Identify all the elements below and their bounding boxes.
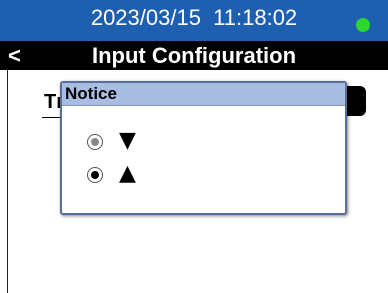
option-down[interactable]: ▼ xyxy=(87,128,207,156)
down-triangle-icon: ▼ xyxy=(119,128,136,153)
notice-dialog: Notice ▼ ▲ xyxy=(60,81,347,215)
title-bar: Input Configuration < xyxy=(0,41,388,70)
dialog-title: Notice xyxy=(65,84,117,103)
background-field-button[interactable] xyxy=(346,86,366,116)
screen-edge-divider xyxy=(7,70,8,293)
option-up[interactable]: ▲ xyxy=(87,161,207,189)
status-bar: 2023/03/15 11:18:02 xyxy=(0,0,388,41)
up-triangle-icon: ▲ xyxy=(119,161,136,186)
back-button[interactable]: < xyxy=(8,41,42,70)
radio-button-selected[interactable] xyxy=(87,167,103,183)
status-datetime: 2023/03/15 11:18:02 xyxy=(90,5,298,30)
dialog-header: Notice xyxy=(62,83,345,106)
connection-status-icon xyxy=(356,18,370,32)
radio-button-unselected[interactable] xyxy=(87,134,103,150)
page-title: Input Configuration xyxy=(91,43,297,68)
